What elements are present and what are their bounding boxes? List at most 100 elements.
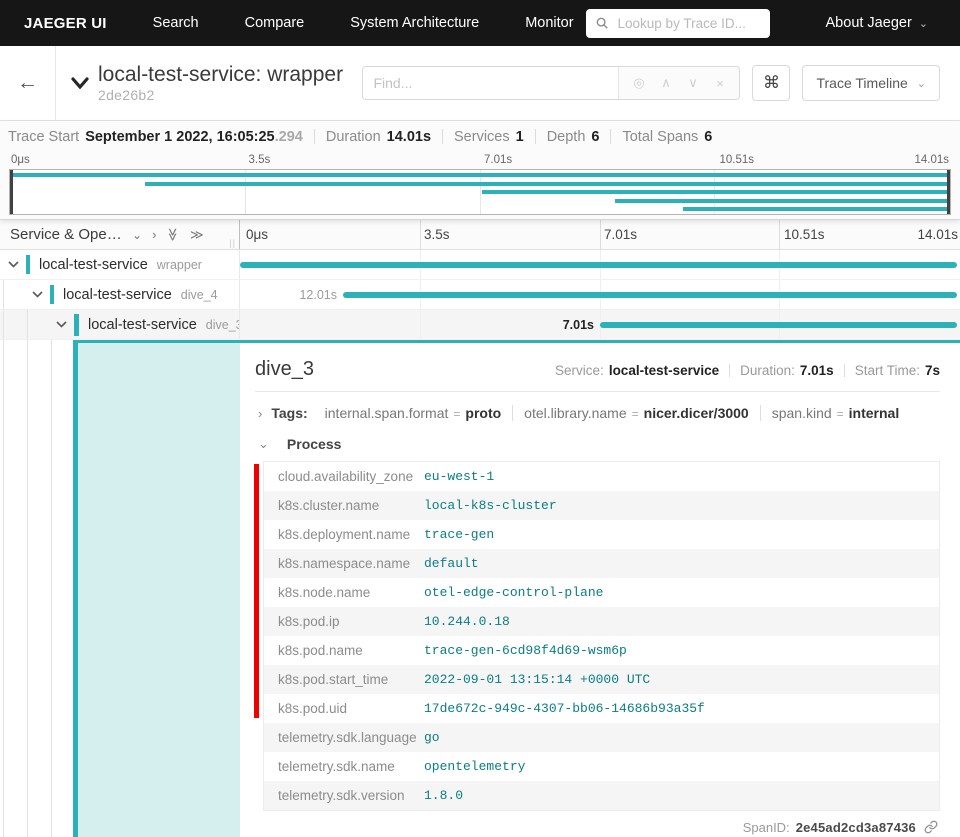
- chevron-up-icon[interactable]: ∧: [652, 75, 679, 91]
- minimap-span-bar: [145, 182, 948, 186]
- chevron-down-icon: ⌄: [258, 436, 269, 452]
- double-chevron-down-icon[interactable]: ≫: [167, 228, 180, 242]
- trace-summary: Trace Start September 1 2022, 16:05:25 .…: [0, 121, 960, 152]
- chevron-down-icon[interactable]: ⌄: [132, 229, 142, 241]
- process-row: k8s.namespace.namedefault: [264, 549, 939, 578]
- depth-value: 6: [591, 129, 599, 145]
- span-timeline-cell[interactable]: 12.01s: [240, 280, 960, 309]
- minimap-left-scrubber[interactable]: [10, 170, 13, 214]
- tick-label: 0μs: [11, 154, 30, 166]
- services-value: 1: [516, 129, 524, 145]
- span-detail-header: dive_3 Service: local-test-service Durat…: [255, 358, 940, 381]
- duration-value: 14.01s: [387, 129, 431, 145]
- span-detail-card: dive_3 Service: local-test-service Durat…: [240, 340, 960, 837]
- nav-item[interactable]: Monitor: [525, 15, 573, 31]
- trace-header-controls: ◎ ∧ ∨ × ⌘ Trace Timeline ⌄: [362, 65, 960, 101]
- span-timeline-cell[interactable]: [240, 250, 960, 279]
- trace-view-selector[interactable]: Trace Timeline ⌄: [802, 65, 940, 101]
- brand-logo[interactable]: JAEGER UI: [24, 15, 107, 32]
- process-key: k8s.deployment.name: [264, 527, 424, 542]
- span-service-name: local-test-service: [39, 257, 148, 273]
- about-jaeger-label: About Jaeger: [826, 15, 912, 31]
- process-section-toggle[interactable]: ⌄ Process: [255, 421, 940, 461]
- process-table: cloud.availability_zoneeu-west-1k8s.clus…: [263, 461, 940, 811]
- span-row-dive-3[interactable]: local-test-service dive_3 7.01s: [0, 310, 960, 340]
- divider: [314, 129, 315, 144]
- chevron-right-icon: ›: [258, 406, 262, 421]
- process-value: trace-gen-6cd98f4d69-wsm6p: [424, 643, 627, 658]
- find-ops: ◎ ∧ ∨ ×: [618, 67, 739, 99]
- nav-item[interactable]: Compare: [245, 15, 305, 31]
- tag-item: otel.library.name=nicer.dicer/3000: [512, 405, 760, 421]
- service-operation-title: Service & Operation: [10, 226, 122, 243]
- span-bar[interactable]: [240, 262, 957, 268]
- duration-label: Duration:: [740, 363, 795, 378]
- close-icon[interactable]: ×: [706, 76, 733, 91]
- tag-value: internal: [849, 405, 900, 421]
- trace-id-search-input[interactable]: [616, 15, 761, 32]
- timeline-minimap: 0μs 3.5s 7.01s 10.51s 14.01s: [0, 152, 960, 219]
- trace-id-search[interactable]: [586, 9, 770, 38]
- process-key: k8s.pod.ip: [264, 614, 424, 629]
- equals-sign: =: [837, 407, 844, 421]
- chevron-down-icon[interactable]: ∨: [679, 75, 706, 91]
- process-row: telemetry.sdk.nameopentelemetry: [264, 752, 939, 781]
- process-row: telemetry.sdk.languagego: [264, 723, 939, 752]
- span-detail-footer: SpanID: 2e45ad2cd3a87436: [255, 811, 940, 837]
- process-row: k8s.pod.ip10.244.0.18: [264, 607, 939, 636]
- tick-label: 10.51s: [720, 154, 755, 166]
- chevron-down-icon[interactable]: [32, 291, 43, 298]
- chevron-right-icon[interactable]: ›: [152, 228, 156, 241]
- trace-title-block: local-test-service: wrapper 2de26b2: [98, 63, 343, 103]
- double-chevron-right-icon[interactable]: ≫: [190, 228, 204, 241]
- back-arrow-icon: ←: [17, 71, 38, 95]
- tick-label: 7.01s: [484, 154, 512, 166]
- span-id-label: SpanID:: [743, 820, 790, 835]
- locate-icon[interactable]: ◎: [625, 75, 652, 91]
- process-value: local-k8s-cluster: [424, 498, 557, 513]
- process-value: trace-gen: [424, 527, 494, 542]
- span-row-wrapper[interactable]: local-test-service wrapper: [0, 250, 960, 280]
- minimap-span-bar: [683, 207, 948, 211]
- chevron-down-icon[interactable]: [8, 261, 19, 268]
- process-row: k8s.pod.uid17de672c-949c-4307-bb06-14686…: [264, 694, 939, 723]
- span-tree-cell[interactable]: local-test-service wrapper: [0, 250, 240, 279]
- tick-label: 14.01s: [917, 227, 958, 242]
- process-key: k8s.pod.start_time: [264, 672, 424, 687]
- timeline-grid: Service & Operation ⌄ › ≫ ≫ || 0μs 3.5s …: [0, 220, 960, 837]
- nav-item[interactable]: System Architecture: [350, 15, 479, 31]
- start-time-label: Start Time:: [855, 363, 920, 378]
- tags-label: Tags:: [271, 405, 307, 421]
- total-spans-label: Total Spans: [622, 129, 698, 145]
- span-tree-cell[interactable]: local-test-service dive_4: [0, 280, 240, 309]
- trace-collapse-toggle[interactable]: [70, 76, 90, 90]
- process-key: telemetry.sdk.version: [264, 788, 424, 803]
- span-bar[interactable]: [600, 322, 957, 328]
- span-tree-cell[interactable]: local-test-service dive_3: [0, 310, 240, 339]
- minimap-ticks: 0μs 3.5s 7.01s 10.51s 14.01s: [9, 154, 951, 169]
- chevron-down-icon[interactable]: [56, 321, 67, 328]
- nav-item[interactable]: Search: [153, 15, 199, 31]
- minimap-span-bar: [10, 173, 948, 177]
- span-detail-tree-gutter: [0, 340, 240, 837]
- keyboard-shortcuts-button[interactable]: ⌘: [752, 65, 790, 101]
- tag-item: internal.span.format=proto: [314, 405, 513, 421]
- span-bar[interactable]: [343, 292, 957, 298]
- back-button[interactable]: ←: [0, 46, 56, 120]
- find-input[interactable]: [363, 67, 618, 99]
- about-jaeger-menu[interactable]: About Jaeger ⌄: [826, 15, 928, 31]
- process-value: eu-west-1: [424, 469, 494, 484]
- process-value: 17de672c-949c-4307-bb06-14686b93a35f: [424, 701, 705, 716]
- minimap-canvas[interactable]: [9, 169, 951, 215]
- trace-view-label: Trace Timeline: [816, 75, 907, 91]
- span-row-dive-4[interactable]: local-test-service dive_4 12.01s: [0, 280, 960, 310]
- minimap-right-scrubber[interactable]: [947, 170, 950, 214]
- column-resize-handle[interactable]: ||: [229, 238, 236, 248]
- minimap-span-bar: [615, 199, 948, 203]
- tags-section-toggle[interactable]: › Tags: internal.span.format=protootel.l…: [255, 392, 940, 421]
- service-value: local-test-service: [609, 363, 719, 378]
- process-key: k8s.cluster.name: [264, 498, 424, 513]
- link-icon[interactable]: [924, 820, 938, 834]
- page-title: local-test-service: wrapper: [98, 63, 343, 87]
- span-timeline-cell[interactable]: 7.01s: [240, 310, 960, 339]
